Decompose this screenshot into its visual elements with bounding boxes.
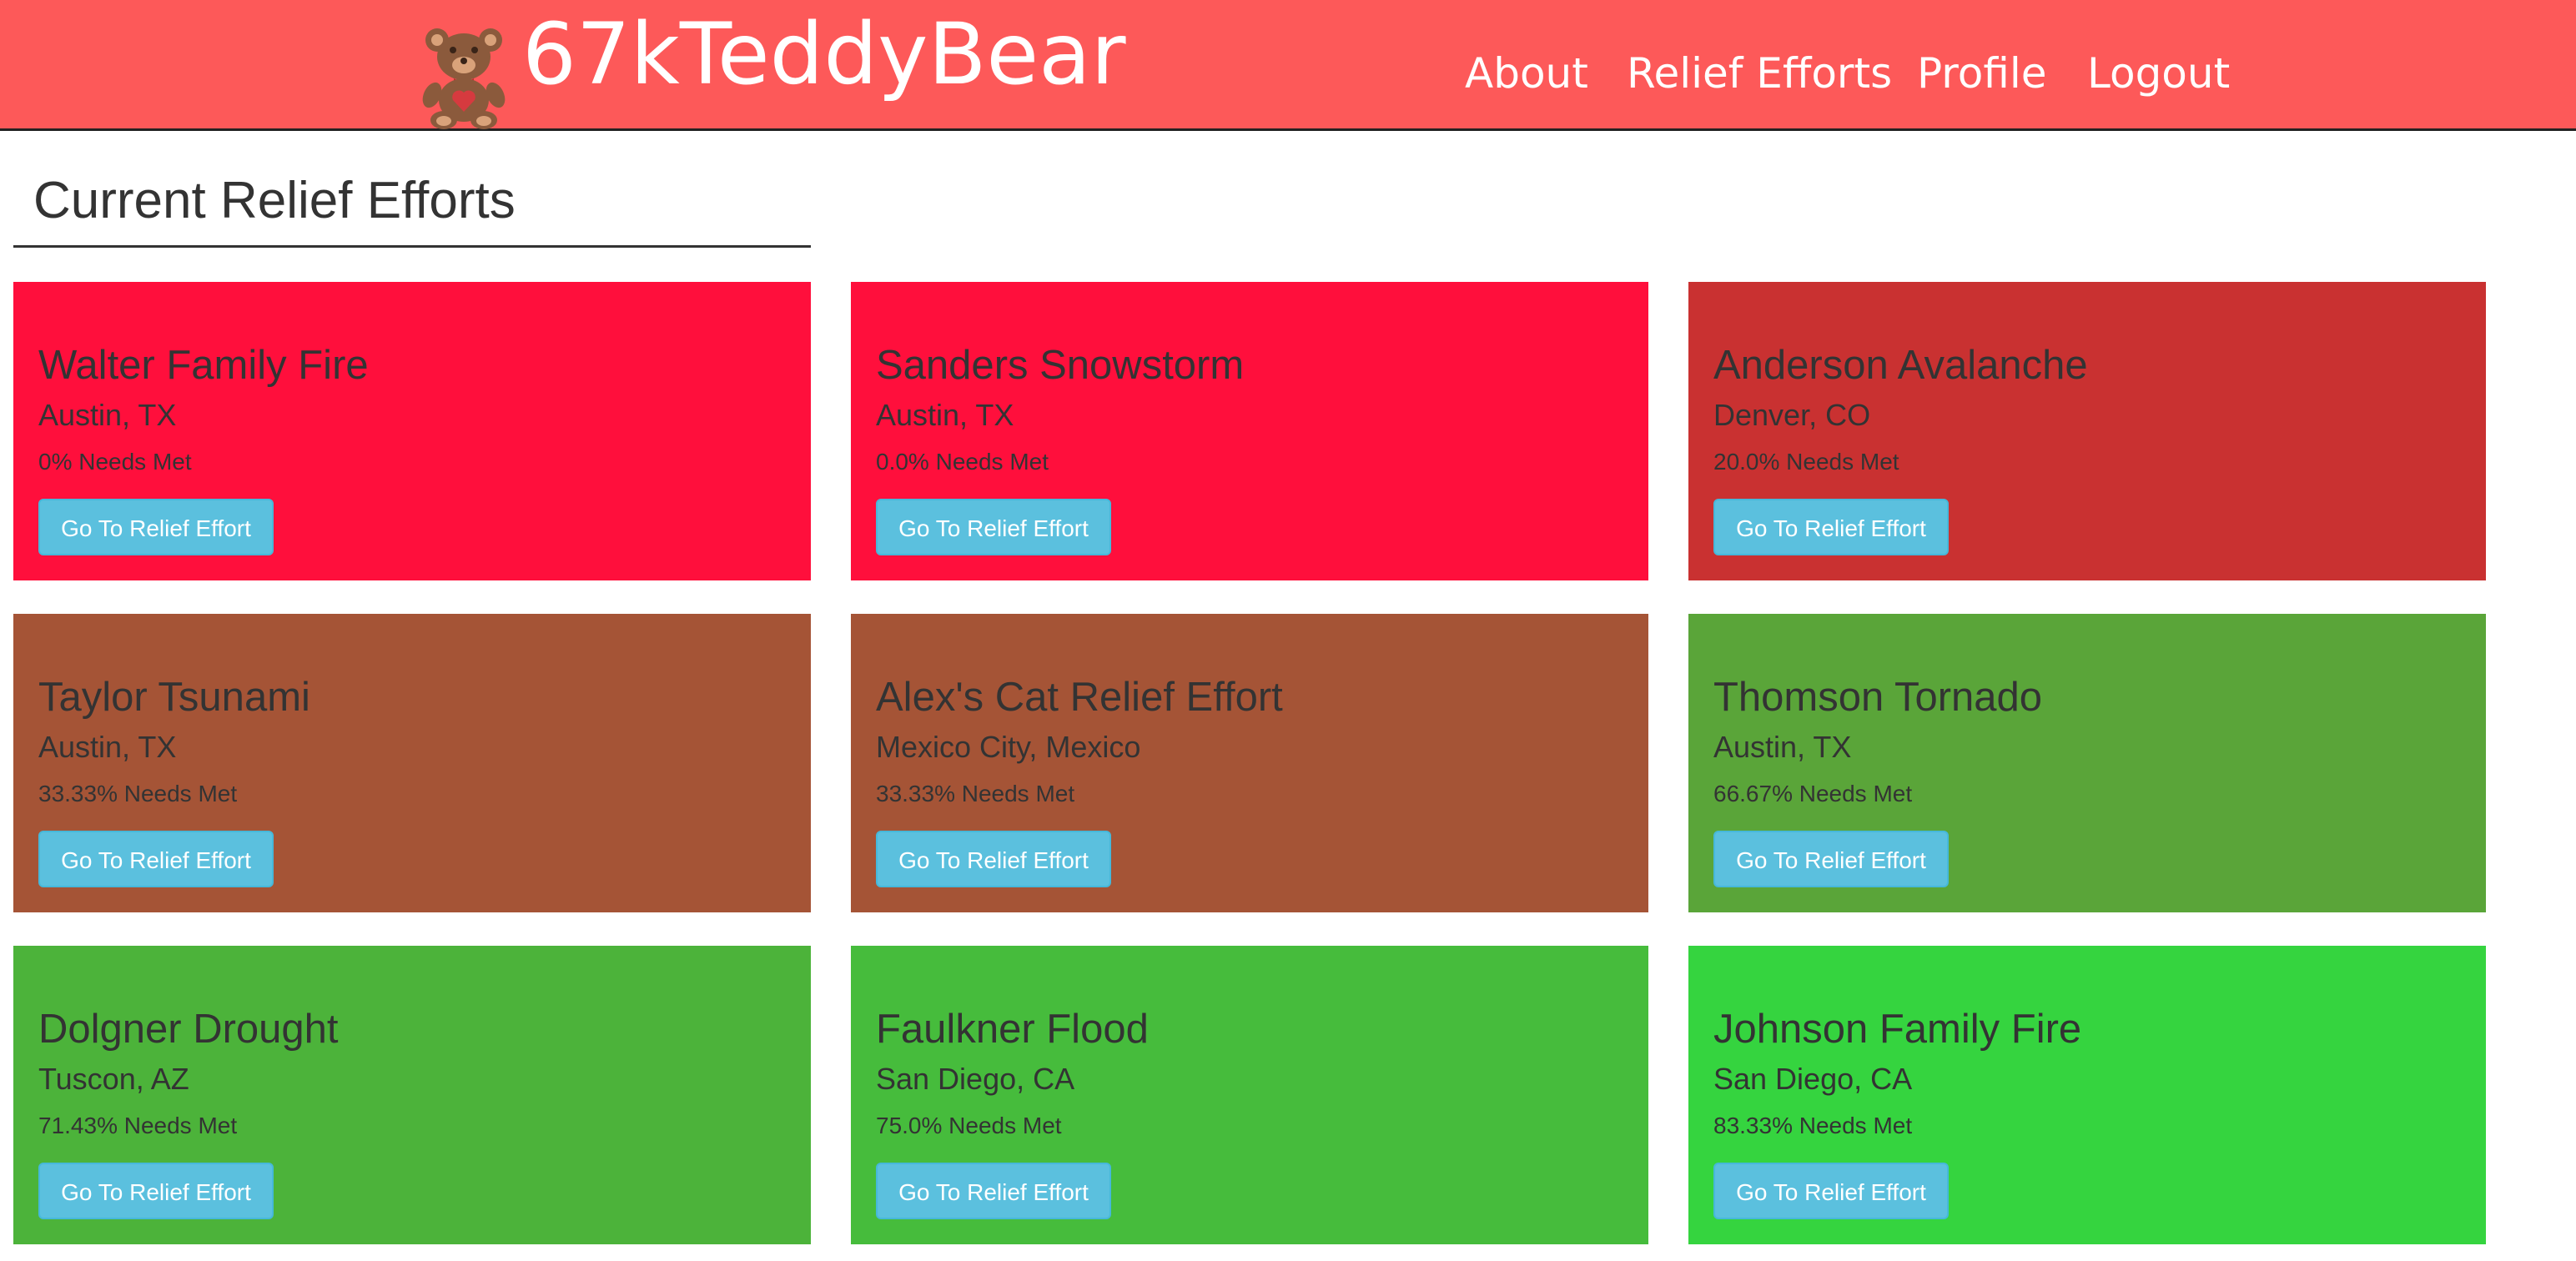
go-to-relief-effort-button[interactable]: Go To Relief Effort	[876, 831, 1111, 887]
relief-effort-card: Thomson Tornado Austin, TX 66.67% Needs …	[1688, 614, 2486, 912]
card-title: Sanders Snowstorm	[876, 343, 1245, 388]
go-to-relief-effort-button[interactable]: Go To Relief Effort	[38, 499, 274, 555]
card-location: Austin, TX	[1713, 730, 1852, 764]
go-to-relief-effort-button[interactable]: Go To Relief Effort	[876, 1163, 1111, 1219]
go-to-relief-effort-button[interactable]: Go To Relief Effort	[1713, 831, 1949, 887]
go-to-relief-effort-button[interactable]: Go To Relief Effort	[38, 1163, 274, 1219]
nav-about[interactable]: About	[1465, 40, 1588, 107]
card-needs-met: 20.0% Needs Met	[1713, 449, 1899, 475]
nav-profile[interactable]: Profile	[1917, 40, 2046, 107]
card-needs-met: 75.0% Needs Met	[876, 1113, 1062, 1138]
card-title: Dolgner Drought	[38, 1007, 339, 1052]
card-location: Austin, TX	[38, 398, 177, 432]
relief-effort-card: Anderson Avalanche Denver, CO 20.0% Need…	[1688, 282, 2486, 580]
card-location: San Diego, CA	[876, 1062, 1075, 1096]
card-needs-met: 0.0% Needs Met	[876, 449, 1049, 475]
card-title: Walter Family Fire	[38, 343, 369, 388]
card-location: Denver, CO	[1713, 398, 1871, 432]
go-to-relief-effort-button[interactable]: Go To Relief Effort	[1713, 499, 1949, 555]
card-needs-met: 0% Needs Met	[38, 449, 192, 475]
relief-effort-card: Sanders Snowstorm Austin, TX 0.0% Needs …	[851, 282, 1648, 580]
card-needs-met: 33.33% Needs Met	[38, 781, 238, 806]
card-needs-met: 71.43% Needs Met	[38, 1113, 238, 1138]
nav-logout[interactable]: Logout	[2087, 40, 2230, 107]
go-to-relief-effort-button[interactable]: Go To Relief Effort	[38, 831, 274, 887]
nav-relief-efforts[interactable]: Relief Efforts	[1627, 40, 1892, 107]
relief-effort-card: Walter Family Fire Austin, TX 0% Needs M…	[13, 282, 811, 580]
teddy-bear-logo-icon[interactable]	[410, 22, 517, 132]
title-divider	[13, 245, 811, 248]
card-title: Alex's Cat Relief Effort	[876, 675, 1283, 720]
brand-link[interactable]: 67kTeddyBear	[522, 5, 1126, 105]
relief-effort-card: Johnson Family Fire San Diego, CA 83.33%…	[1688, 946, 2486, 1244]
card-location: Tuscon, AZ	[38, 1062, 189, 1096]
card-needs-met: 83.33% Needs Met	[1713, 1113, 1913, 1138]
navbar: 67kTeddyBear About Relief Efforts Profil…	[0, 0, 2576, 131]
card-location: Austin, TX	[38, 730, 177, 764]
relief-effort-card: Alex's Cat Relief Effort Mexico City, Me…	[851, 614, 1648, 912]
page-title: Current Relief Efforts	[33, 172, 516, 229]
card-location: San Diego, CA	[1713, 1062, 1913, 1096]
go-to-relief-effort-button[interactable]: Go To Relief Effort	[1713, 1163, 1949, 1219]
card-title: Johnson Family Fire	[1713, 1007, 2082, 1052]
card-needs-met: 66.67% Needs Met	[1713, 781, 1913, 806]
card-title: Taylor Tsunami	[38, 675, 310, 720]
relief-effort-card: Faulkner Flood San Diego, CA 75.0% Needs…	[851, 946, 1648, 1244]
card-location: Austin, TX	[876, 398, 1014, 432]
card-title: Thomson Tornado	[1713, 675, 2043, 720]
card-location: Mexico City, Mexico	[876, 730, 1141, 764]
card-needs-met: 33.33% Needs Met	[876, 781, 1075, 806]
go-to-relief-effort-button[interactable]: Go To Relief Effort	[876, 499, 1111, 555]
relief-effort-card: Dolgner Drought Tuscon, AZ 71.43% Needs …	[13, 946, 811, 1244]
card-title: Anderson Avalanche	[1713, 343, 2088, 388]
card-title: Faulkner Flood	[876, 1007, 1149, 1052]
relief-effort-card: Taylor Tsunami Austin, TX 33.33% Needs M…	[13, 614, 811, 912]
